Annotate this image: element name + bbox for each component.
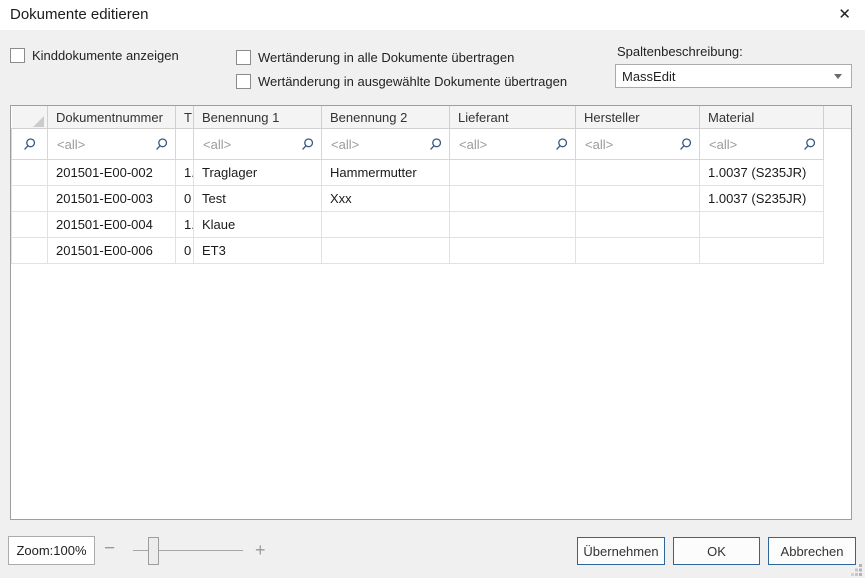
dropdown-selected-value: MassEdit [616,69,834,84]
cell-material[interactable] [700,238,824,264]
row-header[interactable] [12,160,48,186]
search-icon [554,137,569,152]
row-filler [824,212,852,238]
row-filler [824,186,852,212]
filter-cell-hersteller[interactable]: <all> [576,129,700,160]
zoom-in-button[interactable]: + [255,541,266,559]
select-all-corner[interactable] [12,106,48,129]
cell-material[interactable]: 1.0037 (S235JR) [700,160,824,186]
table-row[interactable]: 201501-E00-006 0 ET3 [12,238,852,264]
column-header-dokumentnummer[interactable]: Dokumentnummer [48,106,176,129]
cell-benennung1[interactable]: Test [194,186,322,212]
cell-lieferant[interactable] [450,160,576,186]
table-row[interactable]: 201501-E00-002 1.. Traglager Hammermutte… [12,160,852,186]
table-row[interactable]: 201501-E00-004 1.. Klaue [12,212,852,238]
row-header[interactable] [12,212,48,238]
checkbox-apply-to-selected-documents[interactable]: Wertänderung in ausgewählte Dokumente üb… [236,74,567,89]
zoom-slider-handle[interactable] [148,537,159,565]
column-description-dropdown[interactable]: MassEdit [615,64,852,88]
filter-cell-dokumentnummer[interactable]: <all> [48,129,176,160]
cell-lieferant[interactable] [450,212,576,238]
filter-cell-benennung1[interactable]: <all> [194,129,322,160]
row-filler [824,160,852,186]
cell-hersteller[interactable] [576,186,700,212]
cell-benennung2[interactable]: Hammermutter [322,160,450,186]
cell-material[interactable]: 1.0037 (S235JR) [700,186,824,212]
search-icon [154,137,169,152]
filter-cell-lieferant[interactable]: <all> [450,129,576,160]
table-row[interactable]: 201501-E00-003 0 Test Xxx 1.0037 (S235JR… [12,186,852,212]
checkbox-show-child-documents[interactable]: Kinddokumente anzeigen [10,48,179,63]
cell-t[interactable]: 1.. [176,212,194,238]
search-icon [300,137,315,152]
dialog-dokumente-editieren: Dokumente editieren ✕ Kinddokumente anze… [0,0,865,578]
cell-material[interactable] [700,212,824,238]
cell-dokumentnummer[interactable]: 201501-E00-002 [48,160,176,186]
search-icon [22,137,37,152]
dialog-title: Dokumente editieren [10,6,148,23]
search-icon [802,137,817,152]
checkbox-box[interactable] [10,48,25,63]
row-header[interactable] [12,186,48,212]
cell-hersteller[interactable] [576,160,700,186]
cell-lieferant[interactable] [450,238,576,264]
cell-t[interactable]: 0 [176,186,194,212]
apply-button[interactable]: Übernehmen [577,537,665,565]
checkbox-label: Kinddokumente anzeigen [32,48,179,63]
search-icon [678,137,693,152]
column-header-hersteller[interactable]: Hersteller [576,106,700,129]
search-icon [428,137,443,152]
zoom-out-button[interactable]: − [104,540,115,558]
cell-benennung2[interactable] [322,238,450,264]
filter-cell-t[interactable] [176,129,194,160]
checkbox-box[interactable] [236,74,251,89]
filter-cell-benennung2[interactable]: <all> [322,129,450,160]
cell-dokumentnummer[interactable]: 201501-E00-006 [48,238,176,264]
resize-grip-icon[interactable] [851,564,863,576]
cell-hersteller[interactable] [576,238,700,264]
checkbox-box[interactable] [236,50,251,65]
cell-lieferant[interactable] [450,186,576,212]
cell-dokumentnummer[interactable]: 201501-E00-003 [48,186,176,212]
column-header-benennung1[interactable]: Benennung 1 [194,106,322,129]
filter-cell-material[interactable]: <all> [700,129,824,160]
checkbox-apply-to-all-documents[interactable]: Wertänderung in alle Dokumente übertrage… [236,50,514,65]
cell-hersteller[interactable] [576,212,700,238]
header-filler [824,106,852,129]
cell-benennung2[interactable]: Xxx [322,186,450,212]
close-icon[interactable]: ✕ [836,5,853,25]
filter-filler [824,129,852,160]
zoom-level-indicator[interactable]: Zoom:100% [8,536,95,565]
column-header-t[interactable]: T [176,106,194,129]
documents-grid: Dokumentnummer T Benennung 1 Benennung 2… [10,105,852,520]
column-header-material[interactable]: Material [700,106,824,129]
row-filler [824,238,852,264]
column-header-lieferant[interactable]: Lieferant [450,106,576,129]
title-bar: Dokumente editieren ✕ [0,0,865,30]
row-header[interactable] [12,238,48,264]
checkbox-label: Wertänderung in ausgewählte Dokumente üb… [258,74,567,89]
cell-benennung2[interactable] [322,212,450,238]
cell-benennung1[interactable]: Traglager [194,160,322,186]
grid-filter-row: <all> <all> <all> <all> <all> <all> [12,129,852,160]
cell-benennung1[interactable]: Klaue [194,212,322,238]
checkbox-label: Wertänderung in alle Dokumente übertrage… [258,50,514,65]
chevron-down-icon [834,74,842,79]
grid-header-row: Dokumentnummer T Benennung 1 Benennung 2… [12,106,852,129]
corner-triangle-icon [33,116,44,127]
ok-button[interactable]: OK [673,537,760,565]
filter-row-header[interactable] [12,129,48,160]
cell-t[interactable]: 1.. [176,160,194,186]
cell-t[interactable]: 0 [176,238,194,264]
column-header-benennung2[interactable]: Benennung 2 [322,106,450,129]
cancel-button[interactable]: Abbrechen [768,537,856,565]
cell-dokumentnummer[interactable]: 201501-E00-004 [48,212,176,238]
column-description-label: Spaltenbeschreibung: [617,44,743,59]
cell-benennung1[interactable]: ET3 [194,238,322,264]
